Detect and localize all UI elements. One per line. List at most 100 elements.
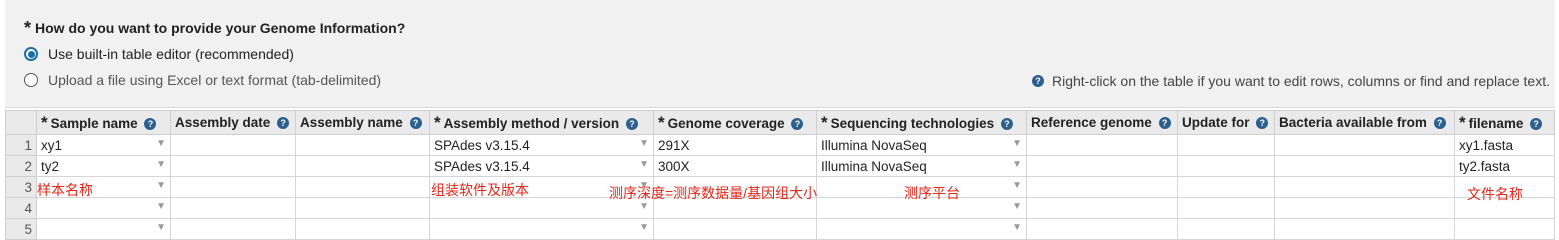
cell-assembly-method[interactable]: SPAdes v3.15.4 ▼ [429,134,654,156]
cell-update-for[interactable] [1177,218,1275,240]
cell-filename[interactable]: ty2.fasta [1454,155,1555,177]
help-circle-icon[interactable]: ? [1256,117,1269,130]
dropdown-arrow-icon[interactable]: ▼ [1012,222,1022,233]
cell-update-for[interactable] [1177,155,1275,177]
genome-info-panel: * How do you want to provide your Genome… [5,0,1555,108]
row-number[interactable]: 3 [5,176,37,198]
col-header-bacteria-available[interactable]: Bacteria available from ? [1274,110,1455,135]
dropdown-arrow-icon[interactable]: ▼ [156,159,166,170]
dropdown-arrow-icon[interactable]: ▼ [1012,180,1022,191]
col-header-filename[interactable]: * filename ? [1454,110,1555,135]
help-circle-icon[interactable]: ? [277,117,290,130]
row-number[interactable]: 5 [5,218,37,240]
cell-update-for[interactable] [1177,134,1275,156]
col-header-sample-name[interactable]: * Sample name ? [36,110,171,135]
cell-assembly-date[interactable] [170,155,296,177]
col-header-sequencing-tech[interactable]: * Sequencing technologies ? [816,110,1027,135]
help-circle-icon[interactable]: ? [1000,117,1013,130]
dropdown-arrow-icon[interactable]: ▼ [1012,201,1022,212]
help-circle-icon[interactable]: ? [409,117,422,130]
row-number[interactable]: 1 [5,134,37,156]
help-circle-icon[interactable]: ? [625,117,638,130]
cell-filename[interactable]: xy1.fasta [1454,134,1555,156]
annotation-coverage-formula: 测序深度=测序数据量/基因组大小 [609,185,818,201]
cell-sample-name[interactable]: xy1 ▼ [36,134,171,156]
cell-assembly-method[interactable]: ▼ [429,218,654,240]
dropdown-arrow-icon[interactable]: ▼ [639,159,649,170]
dropdown-arrow-icon[interactable]: ▼ [639,222,649,233]
cell-reference-genome[interactable] [1026,134,1178,156]
cell-bacteria-available[interactable] [1274,176,1455,198]
cell-sample-name[interactable]: ▼ [36,218,171,240]
row-number[interactable]: 2 [5,155,37,177]
cell-genome-coverage[interactable]: 300X [653,155,817,177]
cell-genome-coverage[interactable] [653,218,817,240]
dropdown-arrow-icon[interactable]: ▼ [156,180,166,191]
col-header-reference-genome[interactable]: Reference genome ? [1026,110,1178,135]
cell-assembly-name[interactable] [295,176,430,198]
cell-genome-coverage[interactable]: 291X [653,134,817,156]
option-table-editor-label: Use built-in table editor (recommended) [48,46,294,62]
cell-sample-name[interactable]: ▼ [36,197,171,219]
col-header-assembly-name[interactable]: Assembly name ? [295,110,430,135]
cell-reference-genome[interactable] [1026,176,1178,198]
asterisk-icon: * [821,112,828,132]
dropdown-arrow-icon[interactable]: ▼ [156,201,166,212]
help-circle-icon[interactable]: ? [1158,117,1171,130]
cell-bacteria-available[interactable] [1274,197,1455,219]
option-upload-file-label: Upload a file using Excel or text format… [48,72,382,88]
cell-bacteria-available[interactable] [1274,218,1455,240]
col-header-genome-coverage[interactable]: * Genome coverage ? [653,110,817,135]
help-circle-icon[interactable]: ? [1530,117,1543,130]
dropdown-arrow-icon[interactable]: ▼ [639,138,649,149]
dropdown-arrow-icon[interactable]: ▼ [156,222,166,233]
option-table-editor[interactable]: Use built-in table editor (recommended) [24,46,294,62]
cell-assembly-date[interactable] [170,176,296,198]
table-hint-text: Right-click on the table if you want to … [1051,73,1550,89]
col-header-update-for[interactable]: Update for ? [1177,110,1275,135]
table-hint: ? Right-click on the table if you want t… [1031,73,1550,89]
cell-bacteria-available[interactable] [1274,155,1455,177]
cell-update-for[interactable] [1177,197,1275,219]
table-row: 2 ty2 ▼ SPAdes v3.15.4 ▼ 300X Illumina Nov… [5,155,1555,177]
genome-table: * Sample name ? Assembly date ? Assembly … [5,110,1555,240]
cell-assembly-name[interactable] [295,155,430,177]
cell-reference-genome[interactable] [1026,218,1178,240]
corner-cell [5,110,37,135]
table-row: 5 ▼ ▼ ▼ [5,218,1555,240]
cell-sequencing-tech[interactable]: Illumina NovaSeq ▼ [816,155,1027,177]
radio-unchecked-icon[interactable] [24,73,38,87]
question-label: * How do you want to provide your Genome… [24,19,405,37]
cell-filename[interactable] [1454,218,1555,240]
cell-sequencing-tech[interactable]: ▼ [816,218,1027,240]
cell-assembly-date[interactable] [170,197,296,219]
asterisk-icon: * [41,112,48,132]
cell-assembly-name[interactable] [295,134,430,156]
dropdown-arrow-icon[interactable]: ▼ [1012,159,1022,170]
help-circle-icon: ? [1031,75,1044,87]
cell-assembly-date[interactable] [170,218,296,240]
asterisk-icon: * [658,112,665,132]
cell-update-for[interactable] [1177,176,1275,198]
cell-assembly-name[interactable] [295,197,430,219]
row-number[interactable]: 4 [5,197,37,219]
help-circle-icon[interactable]: ? [791,117,804,130]
cell-assembly-name[interactable] [295,218,430,240]
option-upload-file[interactable]: Upload a file using Excel or text format… [24,72,381,88]
dropdown-arrow-icon[interactable]: ▼ [1012,138,1022,149]
asterisk-icon: * [434,112,441,132]
help-circle-icon[interactable]: ? [1433,117,1446,130]
cell-sequencing-tech[interactable]: Illumina NovaSeq ▼ [816,134,1027,156]
cell-bacteria-available[interactable] [1274,134,1455,156]
dropdown-arrow-icon[interactable]: ▼ [156,138,166,149]
col-header-assembly-date[interactable]: Assembly date ? [170,110,296,135]
help-circle-icon[interactable]: ? [144,117,157,130]
col-header-assembly-method[interactable]: * Assembly method / version ? [429,110,654,135]
cell-assembly-method[interactable]: SPAdes v3.15.4 ▼ [429,155,654,177]
cell-reference-genome[interactable] [1026,155,1178,177]
annotation-assembly-software: 组装软件及版本 [431,182,529,198]
cell-reference-genome[interactable] [1026,197,1178,219]
radio-checked-icon[interactable] [24,47,38,61]
cell-assembly-date[interactable] [170,134,296,156]
cell-sample-name[interactable]: ty2 ▼ [36,155,171,177]
